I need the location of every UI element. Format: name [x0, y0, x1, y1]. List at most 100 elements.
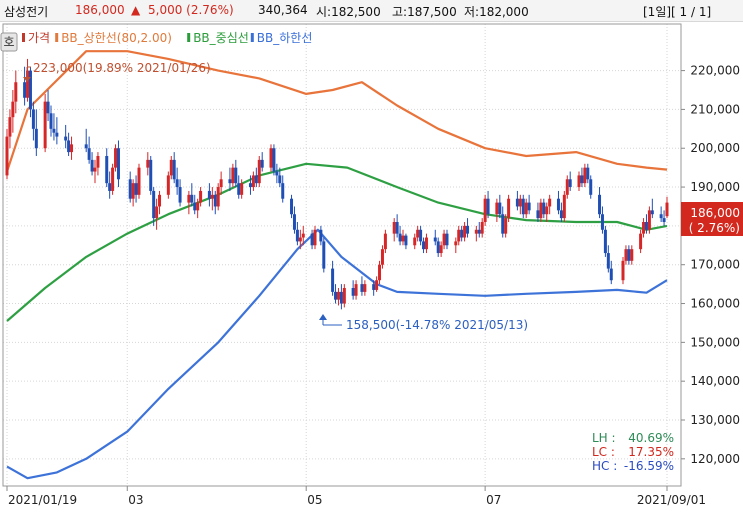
candle-body	[278, 175, 282, 184]
candle-body	[665, 202, 669, 217]
mode-button-label: 호	[3, 35, 14, 49]
stats-panel: LH : 40.69% LC : 17.35% HC : -16.59%	[592, 431, 674, 473]
candle-body	[662, 218, 666, 222]
candle-body	[111, 167, 115, 191]
candle-body	[281, 183, 285, 199]
candle-body	[642, 222, 646, 234]
candle-body	[313, 229, 317, 246]
candle-body	[589, 179, 593, 195]
candle-body	[237, 183, 241, 195]
candle-body	[419, 229, 423, 242]
high-annotation: 223,000(19.89% 2021/01/26)	[33, 61, 211, 75]
chart-area: 호 가격 BB_상한선(80,2.00) BB_중심선 BB_하한선 223,000(…	[0, 22, 743, 515]
candle-body	[310, 233, 314, 246]
candle-body	[565, 179, 569, 195]
candlestick-chart: 호 가격 BB_상한선(80,2.00) BB_중심선 BB_하한선 223,000(…	[0, 22, 743, 515]
candle-body	[580, 175, 584, 184]
candle-body	[433, 237, 437, 242]
candle-body	[251, 175, 255, 188]
candle-body	[196, 202, 200, 211]
candle-body	[155, 206, 159, 219]
candle-body	[105, 156, 109, 184]
candle-body	[483, 198, 487, 222]
candle-body	[290, 198, 294, 215]
candle-body	[11, 101, 15, 118]
y-tick-label: 150,000	[690, 335, 740, 349]
candle-body	[422, 241, 426, 250]
candle-body	[254, 175, 258, 184]
candle-body	[158, 194, 162, 207]
candle-body	[175, 179, 179, 188]
y-tick-label: 130,000	[690, 413, 740, 427]
candle-body	[342, 288, 346, 304]
candle-body	[84, 144, 88, 149]
candle-body	[228, 179, 232, 184]
candle-body	[442, 233, 446, 246]
current-price-tag: 186,000 ( 2.76%)	[681, 202, 743, 236]
legend-swatch	[55, 33, 59, 42]
candle-body	[568, 179, 572, 188]
candle-body	[234, 167, 238, 184]
candle-body	[518, 198, 522, 207]
candle-body	[248, 183, 252, 188]
change-up-arrow-icon: ▲	[131, 3, 141, 17]
y-tick-label: 160,000	[690, 297, 740, 311]
low-price: 저:182,000	[464, 5, 529, 19]
candle-body	[445, 233, 449, 246]
candle-body	[524, 202, 528, 215]
candle-body	[28, 70, 32, 110]
candle-body	[583, 167, 587, 184]
candle-body	[603, 229, 607, 254]
candle-body	[116, 148, 120, 180]
candle-body	[275, 171, 279, 176]
candle-body	[134, 183, 138, 195]
candle-body	[172, 159, 176, 180]
candle-body	[216, 187, 220, 207]
candle-body	[416, 229, 420, 238]
price-tag-pct: ( 2.76%)	[689, 221, 740, 235]
candle-body	[527, 202, 531, 211]
candle-body	[639, 233, 643, 250]
candle-body	[392, 222, 396, 234]
candle-body	[193, 202, 197, 211]
candle-body	[609, 268, 613, 281]
candle-body	[404, 235, 408, 246]
candle-body	[354, 284, 358, 296]
candle-body	[108, 183, 112, 191]
period-selector[interactable]: [1일][ 1 / 1]	[643, 3, 711, 20]
candle-body	[375, 280, 379, 290]
high-price: 고:187,500	[392, 5, 457, 19]
candle-body	[372, 284, 376, 290]
candle-body	[501, 214, 505, 234]
y-tick-label: 120,000	[690, 452, 740, 466]
candle-body	[93, 167, 97, 172]
candle-body	[272, 148, 276, 172]
candle-body	[55, 132, 59, 137]
candle-body	[26, 70, 30, 98]
stock-name: 삼성전기	[4, 5, 49, 19]
candle-body	[621, 260, 625, 281]
x-tick-label: 2021/09/01	[637, 493, 706, 507]
candle-body	[96, 156, 100, 168]
candle-body	[331, 268, 335, 292]
candle-body	[627, 249, 631, 261]
candle-body	[466, 225, 470, 234]
candle-body	[190, 194, 194, 203]
candle-body	[559, 210, 563, 219]
candle-body	[436, 241, 440, 254]
stat-value: 17.35%	[628, 445, 674, 459]
candle-body	[128, 179, 132, 199]
candle-body	[90, 159, 94, 172]
candle-body	[231, 167, 235, 184]
candle-body	[137, 167, 141, 195]
candle-body	[548, 198, 552, 207]
candle-body	[624, 249, 628, 261]
open-price: 시:182,500	[316, 5, 381, 19]
low-annotation: 158,500(-14.78% 2021/05/13)	[346, 318, 528, 332]
candle-body	[474, 229, 478, 234]
candle-body	[31, 109, 35, 129]
legend-label: BB_하한선	[257, 31, 313, 45]
candle-body	[644, 222, 648, 230]
candle-body	[504, 218, 508, 234]
candle-body	[398, 233, 402, 242]
